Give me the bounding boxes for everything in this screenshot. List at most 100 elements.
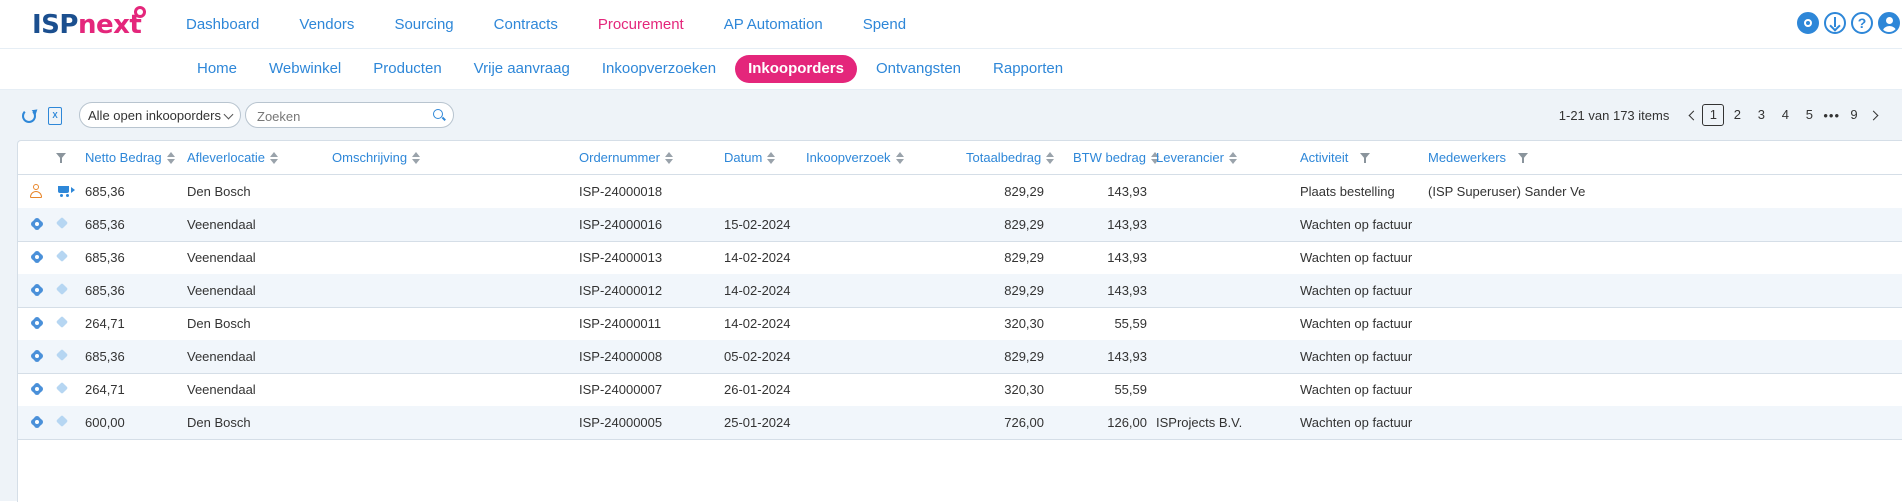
- table-row[interactable]: 685,36 Den Bosch ISP-24000018 829,29 143,93 P…: [18, 175, 1902, 209]
- cell-medewerkers: (ISP Superuser) Sander Ve: [1428, 184, 1586, 199]
- row-settings-gear-icon[interactable]: [30, 250, 44, 264]
- nav-contracts[interactable]: Contracts: [494, 0, 558, 48]
- cell-netto-bedrag: 685,36: [85, 250, 125, 265]
- column-header-totaalbedrag[interactable]: Totaalbedrag: [966, 141, 1055, 174]
- cell-inkoopverzoek: [806, 241, 956, 274]
- user-profile-icon[interactable]: [1878, 12, 1900, 34]
- cell-netto-bedrag: 685,36: [85, 184, 125, 199]
- nav-dashboard[interactable]: Dashboard: [186, 0, 259, 48]
- excel-export-icon[interactable]: X: [48, 107, 62, 125]
- column-header-btw-bedrag[interactable]: BTW bedrag: [1073, 141, 1159, 174]
- chevron-down-icon: [223, 109, 234, 120]
- tab-rapporten[interactable]: Rapporten: [980, 55, 1076, 83]
- cell-medewerkers: [1428, 241, 1902, 274]
- search-icon[interactable]: [433, 109, 443, 119]
- cell-medewerkers: [1428, 406, 1902, 439]
- cell-medewerkers: [1428, 307, 1902, 340]
- cell-omschrijving: [332, 175, 572, 208]
- sort-icon: [270, 151, 279, 164]
- cell-totaalbedrag: 829,29: [1004, 184, 1044, 199]
- cell-ordernummer: ISP-24000005: [579, 415, 663, 430]
- column-header-afleverlocatie[interactable]: Afleverlocatie: [187, 141, 279, 174]
- row-settings-gear-icon[interactable]: [30, 382, 44, 396]
- column-header-leverancier[interactable]: Leverancier: [1156, 141, 1237, 174]
- nav-sourcing[interactable]: Sourcing: [394, 0, 453, 48]
- tab-webwinkel[interactable]: Webwinkel: [256, 55, 354, 83]
- table-row[interactable]: 264,71 Den Bosch ISP-24000011 14-02-2024 320…: [18, 307, 1902, 341]
- row-settings-gear-icon[interactable]: [30, 217, 44, 231]
- search-input[interactable]: [255, 106, 429, 126]
- page-3[interactable]: 3: [1750, 104, 1772, 126]
- sort-icon: [895, 151, 904, 164]
- column-label: Leverancier: [1156, 150, 1224, 165]
- assignee-person-icon[interactable]: [30, 184, 42, 198]
- cell-datum: 25-01-2024: [724, 415, 791, 430]
- row-settings-gear-icon[interactable]: [30, 415, 44, 429]
- cell-leverancier: [1156, 340, 1294, 373]
- column-header-ordernummer[interactable]: Ordernummer: [579, 141, 673, 174]
- cell-totaalbedrag: 829,29: [1004, 250, 1044, 265]
- page-4[interactable]: 4: [1774, 104, 1796, 126]
- header-filter[interactable]: [56, 141, 66, 174]
- nav-spend[interactable]: Spend: [863, 0, 906, 48]
- cell-activiteit: Wachten op factuur: [1300, 349, 1413, 364]
- tab-inkooporders[interactable]: Inkooporders: [735, 55, 857, 83]
- column-header-netto-bedrag[interactable]: Netto Bedrag: [85, 141, 175, 174]
- cell-omschrijving: [332, 406, 572, 439]
- order-filter-select[interactable]: Alle open inkooporders: [79, 102, 241, 128]
- column-header-activiteit[interactable]: Activiteit: [1300, 141, 1371, 174]
- cell-activiteit: Wachten op factuur: [1300, 217, 1413, 232]
- grid-header-row: Netto Bedrag Afleverlocatie Omschrijving…: [18, 141, 1902, 175]
- order-filter-value: Alle open inkooporders: [88, 108, 221, 123]
- cell-afleverlocatie: Den Bosch: [187, 316, 251, 331]
- tab-producten[interactable]: Producten: [360, 55, 454, 83]
- cell-btw-bedrag: 143,93: [1107, 283, 1147, 298]
- column-header-medewerkers[interactable]: Medewerkers: [1428, 141, 1529, 174]
- cell-inkoopverzoek: [806, 307, 956, 340]
- cell-datum: 14-02-2024: [724, 283, 791, 298]
- tab-home[interactable]: Home: [184, 55, 250, 83]
- download-icon[interactable]: [1824, 12, 1846, 34]
- page-2[interactable]: 2: [1726, 104, 1748, 126]
- next-page-icon[interactable]: [1866, 106, 1884, 124]
- help-icon[interactable]: ?: [1851, 12, 1873, 34]
- tab-inkoopverzoeken[interactable]: Inkoopverzoeken: [589, 55, 729, 83]
- page-ellipsis[interactable]: •••: [1823, 108, 1840, 123]
- prev-page-icon[interactable]: [1683, 106, 1701, 124]
- column-header-inkoopverzoek[interactable]: Inkoopverzoek: [806, 141, 904, 174]
- refresh-icon[interactable]: [22, 109, 36, 123]
- cell-leverancier: [1156, 373, 1294, 406]
- table-row[interactable]: 600,00 Den Bosch ISP-24000005 25-01-2024 726…: [18, 406, 1902, 440]
- column-header-datum[interactable]: Datum: [724, 141, 776, 174]
- settings-gear-icon[interactable]: [1797, 12, 1819, 34]
- page-1[interactable]: 1: [1702, 104, 1725, 126]
- tab-ontvangsten[interactable]: Ontvangsten: [863, 55, 974, 83]
- cell-medewerkers: [1428, 373, 1902, 406]
- nav-ap-automation[interactable]: AP Automation: [724, 0, 823, 48]
- page-last[interactable]: 9: [1843, 104, 1865, 126]
- table-row[interactable]: 264,71 Veenendaal ISP-24000007 26-01-2024 32…: [18, 373, 1902, 407]
- cell-netto-bedrag: 264,71: [85, 382, 125, 397]
- table-row[interactable]: 685,36 Veenendaal ISP-24000013 14-02-2024 82…: [18, 241, 1902, 275]
- table-row[interactable]: 685,36 Veenendaal ISP-24000008 05-02-2024 82…: [18, 340, 1902, 374]
- cell-inkoopverzoek: [806, 175, 956, 208]
- cell-inkoopverzoek: [806, 340, 956, 373]
- tab-vrije-aanvraag[interactable]: Vrije aanvraag: [461, 55, 583, 83]
- nav-vendors[interactable]: Vendors: [299, 0, 354, 48]
- column-header-omschrijving[interactable]: Omschrijving: [332, 141, 421, 174]
- nav-procurement[interactable]: Procurement: [598, 0, 684, 48]
- pagination: 1-21 van 173 items 12345 ••• 9: [1559, 102, 1884, 128]
- row-settings-gear-icon[interactable]: [30, 283, 44, 297]
- page-5[interactable]: 5: [1798, 104, 1820, 126]
- sort-icon: [1046, 151, 1055, 164]
- sort-icon: [412, 151, 421, 164]
- ispnext-logo[interactable]: ISPnext: [32, 10, 142, 40]
- cell-inkoopverzoek: [806, 406, 956, 439]
- cell-ordernummer: ISP-24000016: [579, 217, 663, 232]
- row-settings-gear-icon[interactable]: [30, 349, 44, 363]
- row-settings-gear-icon[interactable]: [30, 316, 44, 330]
- cell-inkoopverzoek: [806, 208, 956, 241]
- table-row[interactable]: 685,36 Veenendaal ISP-24000012 14-02-2024 82…: [18, 274, 1902, 308]
- cell-datum: 26-01-2024: [724, 382, 791, 397]
- table-row[interactable]: 685,36 Veenendaal ISP-24000016 15-02-2024 82…: [18, 208, 1902, 242]
